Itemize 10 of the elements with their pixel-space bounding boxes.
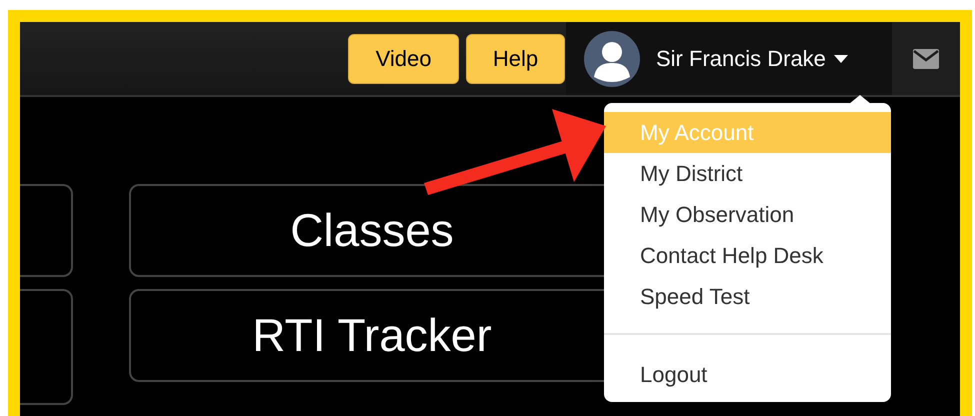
envelope-icon <box>913 48 939 68</box>
tile-button[interactable] <box>20 289 73 405</box>
avatar-icon <box>584 30 640 86</box>
user-name: Sir Francis Drake <box>656 45 826 73</box>
header-button[interactable]: Help <box>466 34 565 84</box>
header-button[interactable]: Video <box>348 34 459 84</box>
user-menu-toggle[interactable]: Sir Francis Drake <box>566 22 892 95</box>
caret-icon <box>834 54 848 62</box>
mail-button[interactable] <box>892 22 960 95</box>
tile-button[interactable] <box>20 184 73 277</box>
